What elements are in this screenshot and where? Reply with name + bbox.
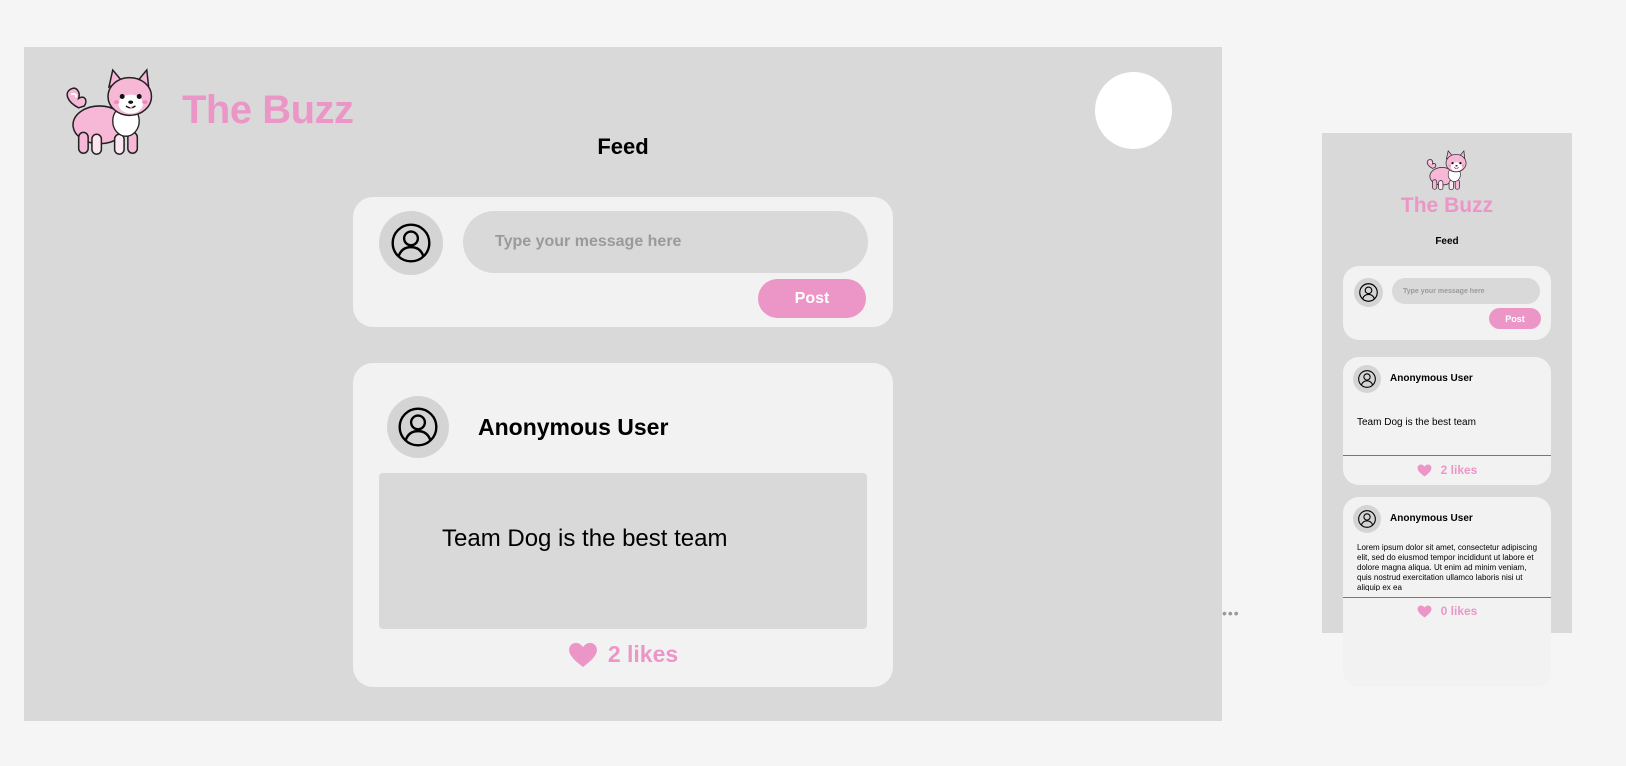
likes-count: 2 likes — [1440, 463, 1478, 477]
user-avatar — [1354, 278, 1383, 307]
post-author: Anonymous User — [1390, 513, 1473, 524]
like-button[interactable]: 2 likes — [1343, 463, 1551, 477]
likes-count: 2 likes — [607, 641, 679, 667]
heart-icon[interactable] — [1417, 605, 1432, 618]
user-avatar — [1353, 505, 1381, 533]
post-button[interactable]: Post — [758, 279, 866, 318]
divider — [1343, 597, 1551, 598]
user-circle-icon — [1357, 509, 1377, 529]
post-card: Anonymous User Lorem ipsum dolor sit ame… — [1343, 497, 1551, 687]
app-title: The Buzz — [1400, 194, 1494, 217]
user-avatar — [1353, 365, 1381, 393]
compose-card: Post — [1343, 266, 1551, 340]
user-avatar — [379, 211, 443, 275]
like-button[interactable]: 0 likes — [1343, 604, 1551, 618]
more-options-icon[interactable]: ••• — [1222, 605, 1240, 621]
compose-card: Post — [353, 197, 893, 327]
user-circle-icon — [1358, 282, 1379, 303]
post-author: Anonymous User — [1390, 373, 1473, 384]
post-body: Team Dog is the best team — [379, 473, 867, 629]
post-text: Team Dog is the best team — [1357, 417, 1476, 428]
app-title: The Buzz — [182, 88, 354, 132]
post-button[interactable]: Post — [1489, 308, 1541, 329]
post-text: Team Dog is the best team — [442, 525, 728, 552]
user-avatar — [387, 396, 449, 458]
user-circle-icon — [389, 221, 433, 265]
heart-icon[interactable] — [568, 642, 598, 668]
post-text: Lorem ipsum dolor sit amet, consectetur … — [1357, 543, 1538, 591]
desktop-frame: The Buzz Feed Post Anonymous User Team D… — [24, 47, 1222, 721]
feed-heading: Feed — [1435, 236, 1459, 247]
heart-icon[interactable] — [1417, 464, 1432, 477]
shiba-dog-logo-icon — [1422, 149, 1470, 193]
post-card: Anonymous User Team Dog is the best team… — [353, 363, 893, 687]
divider — [1343, 455, 1551, 456]
user-circle-icon — [1357, 369, 1377, 389]
post-author: Anonymous User — [478, 414, 669, 440]
mobile-frame: The Buzz Feed Post Anonymous User Team D… — [1322, 133, 1572, 687]
like-button[interactable]: 2 likes — [353, 641, 893, 668]
message-input[interactable] — [1392, 278, 1540, 304]
user-circle-icon — [396, 405, 440, 449]
likes-count: 0 likes — [1440, 604, 1478, 618]
post-card: Anonymous User Team Dog is the best team… — [1343, 357, 1551, 485]
feed-heading: Feed — [597, 134, 649, 159]
message-input[interactable] — [463, 211, 868, 273]
